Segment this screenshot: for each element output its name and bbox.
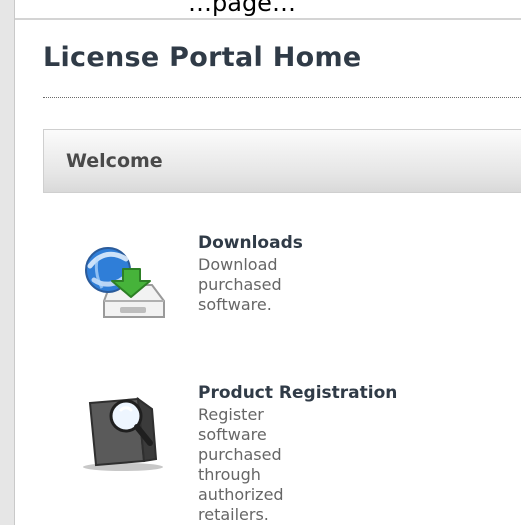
product-registration-description-line: Register software: [198, 405, 267, 444]
downloads-description-line: software.: [198, 295, 272, 314]
welcome-panel-header: Welcome: [43, 129, 521, 193]
product-registration-icon[interactable]: [68, 383, 178, 473]
product-registration-link[interactable]: Product Registration: [198, 383, 397, 403]
product-registration-description-line: purchased through: [198, 445, 282, 484]
downloads-link[interactable]: Downloads: [198, 233, 303, 253]
welcome-title: Welcome: [66, 150, 163, 172]
product-registration-description-line: authorized retailers.: [198, 485, 284, 524]
top-partial-text: …page…: [188, 0, 296, 17]
page-title: License Portal Home: [43, 42, 362, 73]
downloads-description: Download purchased software.: [198, 255, 282, 315]
left-sidebar-edge: [0, 0, 15, 525]
downloads-description-line: Download purchased: [198, 255, 282, 294]
title-divider: [43, 97, 521, 98]
top-strip: …page…: [0, 0, 521, 18]
product-registration-description: Register software purchased through auth…: [198, 405, 284, 525]
downloads-icon[interactable]: [68, 233, 178, 323]
